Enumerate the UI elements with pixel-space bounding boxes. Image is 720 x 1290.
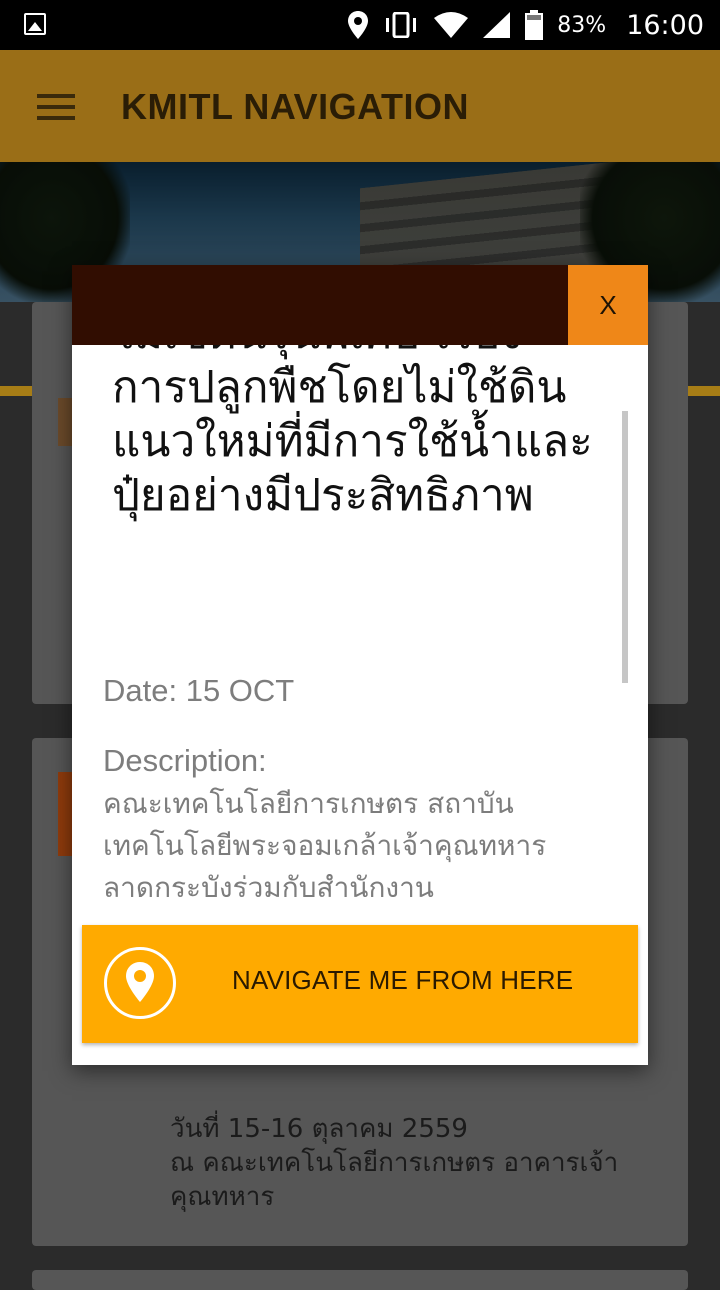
app-title: KMITL NAVIGATION [121,86,469,127]
navigate-button[interactable]: NAVIGATE ME FROM HERE [82,925,638,1043]
clock: 16:00 [626,9,704,41]
event-title: ไม่เซตนรุ่นพิเศษ เรื่อง การปลูกพืชโดยไม่… [112,345,593,521]
location-icon [348,11,369,39]
dialog-header [72,265,648,345]
app-bar: KMITL NAVIGATION [0,50,720,162]
event-detail-dialog: X ไม่เซตนรุ่นพิเศษ เรื่อง การปลูกพืชโดยไ… [72,265,648,1065]
image-icon [24,13,46,35]
status-icons: 83% 16:00 [347,0,704,50]
description-label: Description: [103,743,267,778]
wifi-icon [434,12,469,38]
dialog-content[interactable]: ไม่เซตนรุ่นพิเศษ เรื่อง การปลูกพืชโดยไม่… [72,345,648,910]
event-description: คณะเทคโนโลยีการเกษตร สถาบันเทคโนโลยีพระจ… [103,787,547,904]
event-date: Date: 15 OCT [103,673,295,708]
status-bar: 83% 16:00 [0,0,720,50]
event-card-details: วันที่ 15-16 ตุลาคม 2559 ณ คณะเทคโนโลยีก… [170,1114,619,1212]
battery-percent: 83% [557,12,607,38]
vibrate-icon [386,12,417,38]
scrollbar[interactable] [622,411,628,683]
signal-icon [483,12,511,38]
map-pin-icon [104,947,176,1019]
close-button[interactable]: X [568,265,648,345]
navigate-button-label: NAVIGATE ME FROM HERE [232,965,574,995]
battery-icon [525,10,544,40]
hamburger-icon[interactable] [37,94,75,120]
event-card[interactable] [32,1270,688,1290]
